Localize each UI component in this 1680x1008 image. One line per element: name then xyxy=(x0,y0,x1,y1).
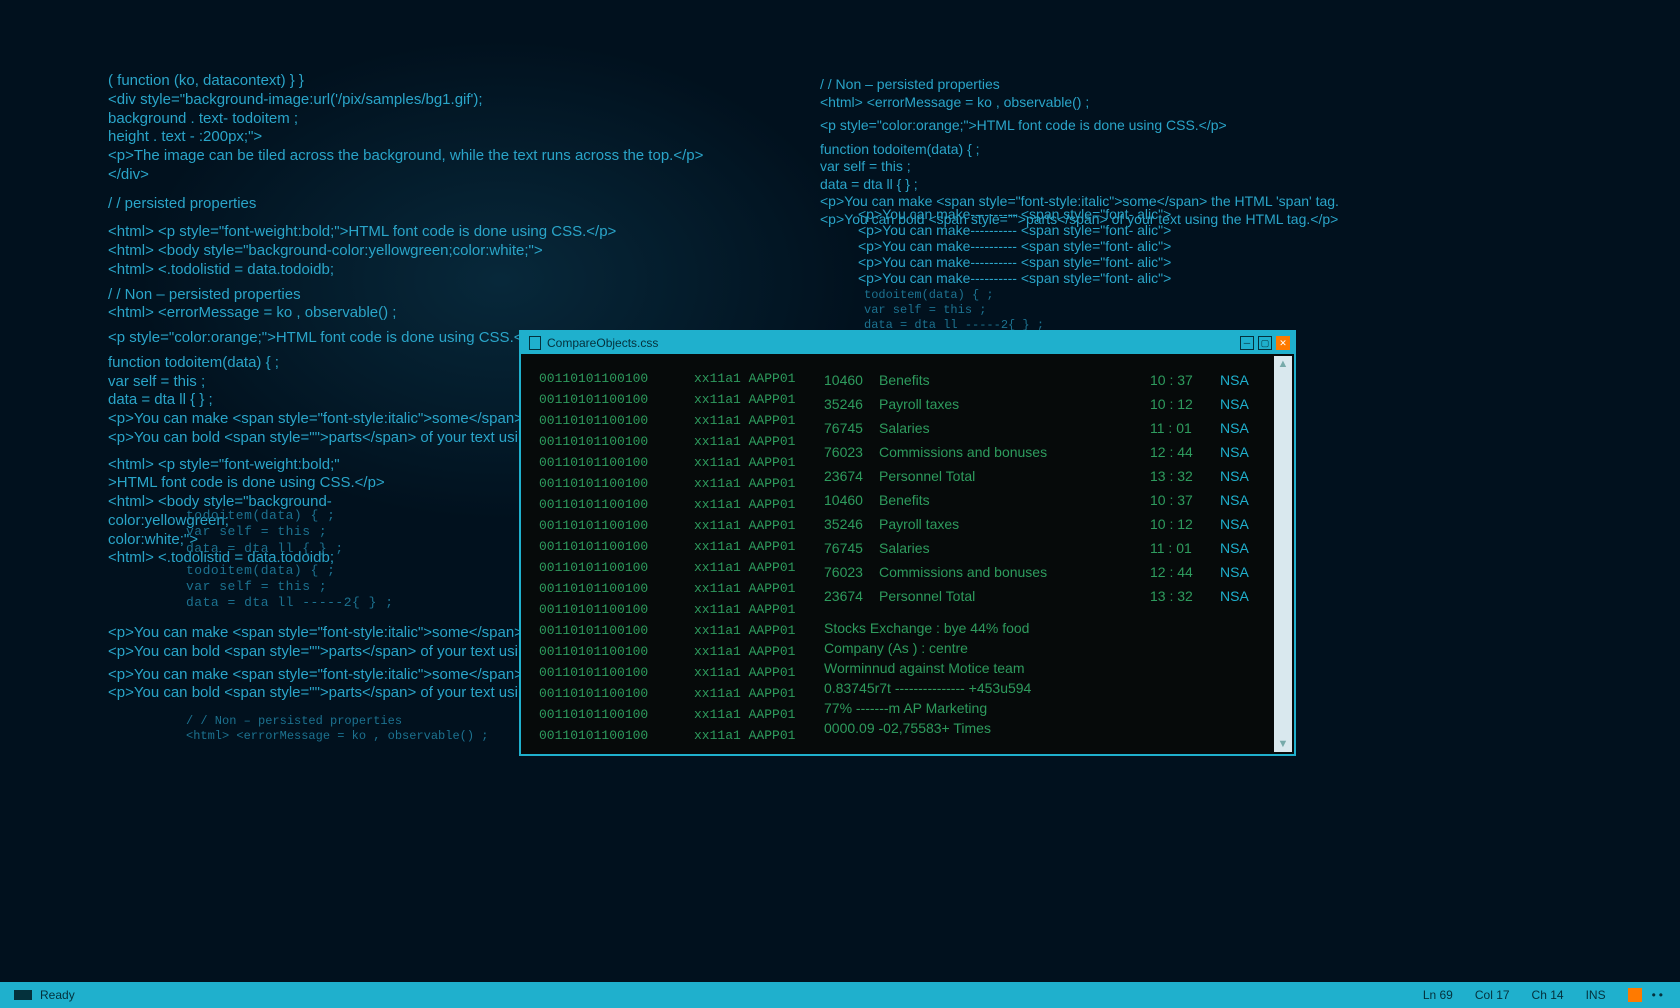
table-row: 35246Payroll taxes10 : 12NSA xyxy=(824,392,1270,416)
document-icon xyxy=(529,336,541,350)
maximize-button[interactable]: ▢ xyxy=(1258,336,1272,350)
bg-code-left-mono: todoitem(data) { ; var self = this ; dat… xyxy=(186,508,394,612)
binary-column: 0011010110010000110101100100001101011001… xyxy=(539,368,694,740)
titlebar[interactable]: CompareObjects.css ─ ▢ ✕ xyxy=(521,332,1294,354)
table-row: 35246Payroll taxes10 : 12NSA xyxy=(824,512,1270,536)
table-row: 10460Benefits10 : 37NSA xyxy=(824,368,1270,392)
table-row: 10460Benefits10 : 37NSA xyxy=(824,488,1270,512)
window-title: CompareObjects.css xyxy=(547,336,658,350)
bg-code-right-mono: todoitem(data) { ; var self = this ; dat… xyxy=(864,288,1044,333)
bg-code-left-footer: / / Non – persisted properties <html> <e… xyxy=(186,714,488,744)
extra-text: Stocks Exchange : bye 44% foodCompany (A… xyxy=(824,618,1270,738)
status-alert-icon[interactable] xyxy=(1628,988,1642,1002)
table-row: 76023Commissions and bonuses12 : 44NSA xyxy=(824,560,1270,584)
scroll-down-icon[interactable]: ▼ xyxy=(1278,736,1289,752)
status-ins: INS xyxy=(1586,988,1606,1002)
status-ready: Ready xyxy=(40,988,75,1002)
table-row: 23674Personnel Total13 : 32NSA xyxy=(824,464,1270,488)
data-pane: 10460Benefits10 : 37NSA35246Payroll taxe… xyxy=(804,368,1270,740)
close-button[interactable]: ✕ xyxy=(1276,336,1290,350)
data-table: 10460Benefits10 : 37NSA35246Payroll taxe… xyxy=(824,368,1270,608)
status-ch: Ch 14 xyxy=(1532,988,1564,1002)
scrollbar[interactable]: ▲ ▼ xyxy=(1274,356,1292,752)
status-indicator-icon xyxy=(14,990,32,1000)
hex-column: xx11a1 AAPP01xx11a1 AAPP01xx11a1 AAPP01x… xyxy=(694,368,804,740)
scroll-up-icon[interactable]: ▲ xyxy=(1278,356,1289,372)
statusbar: Ready Ln 69 Col 17 Ch 14 INS •• xyxy=(0,982,1680,1008)
window-body: 0011010110010000110101100100001101011001… xyxy=(521,354,1294,754)
status-dots: •• xyxy=(1652,988,1666,1002)
table-row: 76745Salaries11 : 01NSA xyxy=(824,416,1270,440)
bg-code-right-rep: <p>You can make---------- <span style="f… xyxy=(858,206,1171,286)
status-col: Col 17 xyxy=(1475,988,1510,1002)
table-row: 23674Personnel Total13 : 32NSA xyxy=(824,584,1270,608)
table-row: 76745Salaries11 : 01NSA xyxy=(824,536,1270,560)
status-line: Ln 69 xyxy=(1423,988,1453,1002)
minimize-button[interactable]: ─ xyxy=(1240,336,1254,350)
editor-window: CompareObjects.css ─ ▢ ✕ 001101011001000… xyxy=(519,330,1296,756)
table-row: 76023Commissions and bonuses12 : 44NSA xyxy=(824,440,1270,464)
